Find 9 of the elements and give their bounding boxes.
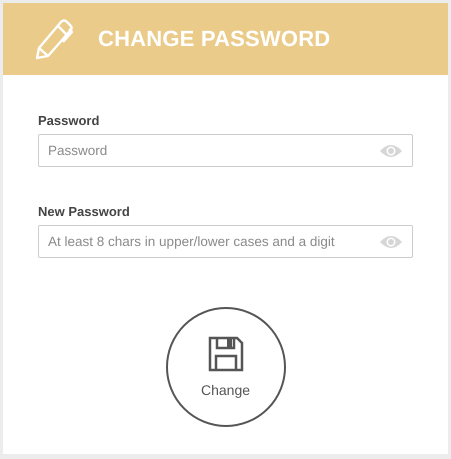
field-label: Password [38,113,100,128]
header-title: CHANGE PASSWORD [98,26,330,52]
field-label: New Password [38,204,131,219]
eye-icon[interactable] [379,235,403,249]
password-field[interactable]: Password [38,134,413,167]
eye-icon[interactable] [379,144,403,158]
password-field[interactable]: At least 8 chars in upper/lower cases and a digit [38,225,413,258]
change-button[interactable]: Change [166,307,286,427]
pencil-icon [33,18,73,60]
